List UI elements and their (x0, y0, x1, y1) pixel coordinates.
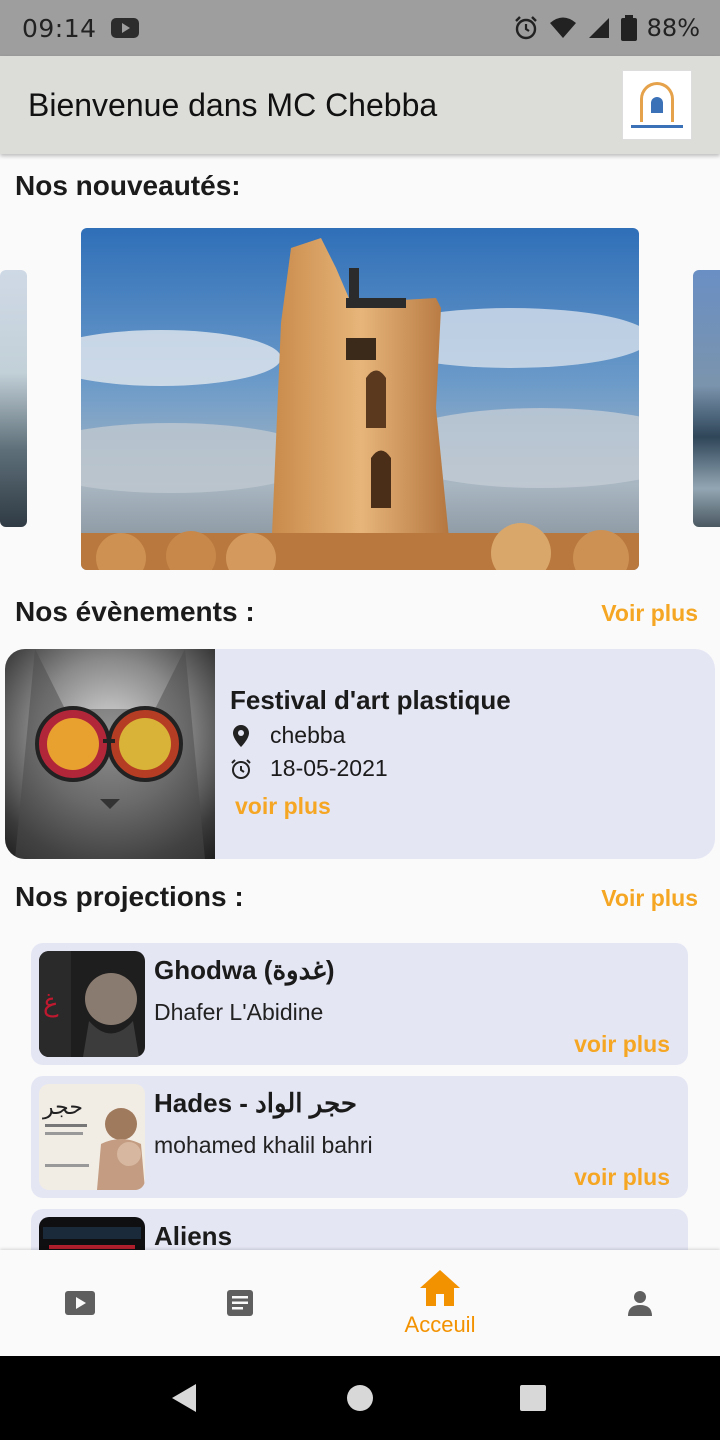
projection-title: Aliens (154, 1221, 233, 1251)
system-navigation-bar (0, 1356, 720, 1440)
event-date-row: 18-05-2021 (230, 755, 715, 782)
projection-director: mohamed khalil bahri (154, 1132, 373, 1158)
evenements-voir-plus-link[interactable]: Voir plus (601, 600, 698, 627)
nav-item-articles[interactable] (200, 1250, 280, 1356)
signal-icon (588, 18, 609, 38)
page-title: Bienvenue dans MC Chebba (28, 86, 438, 123)
alarm-clock-icon (230, 758, 252, 780)
tower-photo (81, 228, 639, 570)
back-button[interactable] (145, 1356, 225, 1440)
status-icons: 88% (513, 14, 700, 42)
battery-percent: 88% (646, 14, 700, 42)
recents-button[interactable] (493, 1356, 573, 1440)
nav-label-accueil: Acceuil (404, 1312, 476, 1337)
mc-chebba-logo[interactable] (622, 70, 692, 140)
carousel-next-slide[interactable] (693, 270, 720, 527)
projection-director: Dhafer L'Abidine (154, 999, 324, 1025)
event-location-row: chebba (230, 722, 715, 749)
svg-text:حجر: حجر (42, 1095, 83, 1120)
projection-voir-plus-button[interactable]: voir plus (574, 1164, 670, 1191)
projections-title: Nos projections : (15, 881, 244, 912)
battery-icon (620, 15, 637, 41)
event-voir-plus-button[interactable]: voir plus (235, 793, 331, 820)
nav-item-profile[interactable] (600, 1250, 680, 1356)
app-bar: Bienvenue dans MC Chebba (0, 56, 720, 154)
youtube-icon (110, 18, 139, 38)
home-circle-icon (347, 1385, 373, 1411)
location-pin-icon (230, 724, 252, 747)
logo-arch (640, 82, 674, 122)
cat-image (15, 649, 205, 859)
event-date: 18-05-2021 (270, 755, 388, 781)
back-triangle-icon (172, 1384, 196, 1412)
bottom-navigation: Acceuil (0, 1250, 720, 1356)
person-icon (628, 1291, 652, 1316)
nouveautes-title: Nos nouveautés: (15, 170, 241, 201)
recents-square-icon (520, 1385, 546, 1411)
status-bar: 09:14 88% (0, 0, 720, 56)
svg-text:غ: غ (43, 988, 59, 1018)
carousel-prev-slide[interactable] (0, 270, 27, 527)
alarm-icon (514, 16, 537, 40)
event-info: Festival d'art plastique chebba 18-05-20… (215, 649, 715, 859)
wifi-icon (549, 17, 576, 38)
article-icon (227, 1290, 253, 1316)
logo-base (631, 125, 683, 128)
event-card[interactable]: Festival d'art plastique chebba 18-05-20… (5, 649, 715, 859)
projection-title: Hades - حجر الواد (154, 1088, 357, 1118)
carousel-current-slide[interactable] (81, 228, 639, 570)
event-location: chebba (270, 722, 346, 748)
projection-poster: غ (39, 951, 145, 1057)
status-time: 09:14 (22, 13, 97, 43)
nav-item-videos[interactable] (40, 1250, 120, 1356)
projections-voir-plus-link[interactable]: Voir plus (601, 885, 698, 912)
evenements-title: Nos évènements : (15, 596, 255, 627)
home-system-button[interactable] (320, 1356, 400, 1440)
projection-voir-plus-button[interactable]: voir plus (574, 1031, 670, 1058)
projection-title: Ghodwa (غدوة) (154, 955, 335, 985)
event-title: Festival d'art plastique (230, 685, 511, 715)
event-thumbnail (5, 649, 215, 859)
home-icon (420, 1270, 460, 1306)
video-icon (65, 1291, 95, 1315)
projection-card[interactable]: حجر Hades - حجر الواد mohamed khalil bah… (31, 1076, 688, 1198)
projection-card[interactable]: غ Ghodwa (غدوة) Dhafer L'Abidine voir pl… (31, 943, 688, 1065)
nav-item-accueil[interactable]: Acceuil (380, 1250, 500, 1356)
projection-poster: حجر (39, 1084, 145, 1190)
